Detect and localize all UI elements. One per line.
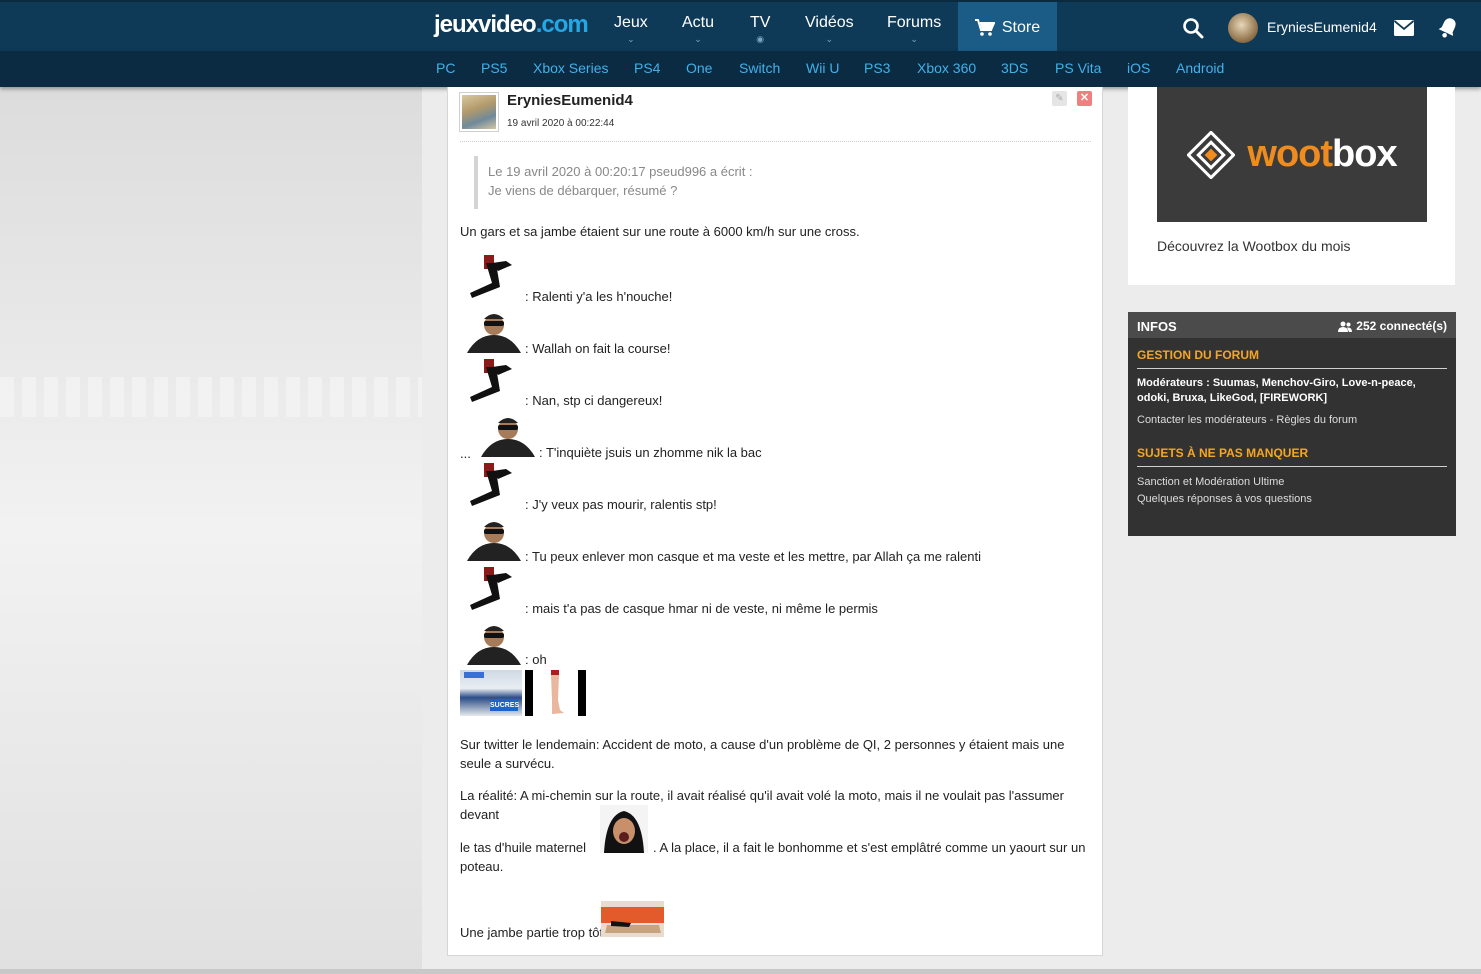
- sticker-man: [467, 522, 521, 561]
- platform-navbar: PC PS5 Xbox Series PS4 One Switch Wii U …: [0, 51, 1481, 87]
- platform-link[interactable]: One: [686, 60, 712, 76]
- platform-link[interactable]: 3DS: [1001, 60, 1028, 76]
- site-logo[interactable]: jeuxvideo.com: [434, 11, 589, 39]
- username-link[interactable]: EryniesEumenid4: [1267, 19, 1377, 35]
- sticker-man: [467, 626, 521, 665]
- store-button[interactable]: Store: [958, 2, 1057, 53]
- platform-link[interactable]: Switch: [739, 60, 780, 76]
- post-text: Un gars et sa jambe étaient sur une rout…: [460, 224, 860, 239]
- post-text: La réalité: A mi-chemin sur la route, il…: [460, 788, 1064, 822]
- chevron-down-icon: ⌄: [825, 34, 834, 44]
- platform-link[interactable]: PS3: [864, 60, 890, 76]
- forum-rules-link[interactable]: Règles du forum: [1276, 414, 1357, 426]
- ad-widget: wootbox Découvrez la Wootbox du mois: [1128, 87, 1455, 285]
- post-text: Une jambe partie trop tôt: [460, 925, 604, 940]
- chevron-down-icon: ⌄: [910, 34, 918, 44]
- nav-videos[interactable]: Vidéos ⌄: [805, 14, 854, 45]
- dialog-line: : Tu peux enlever mon casque et ma veste…: [525, 549, 981, 564]
- connected-count[interactable]: 252 connecté(s): [1338, 319, 1447, 333]
- ad-caption[interactable]: Découvrez la Wootbox du mois: [1157, 238, 1351, 254]
- dialog-line: : Nan, stp ci dangereux!: [525, 393, 663, 408]
- nav-tv[interactable]: TV ◉: [750, 14, 770, 45]
- dialog-line: : oh: [525, 652, 547, 667]
- quote-block: Le 19 avril 2020 à 00:20:17 pseud996 a é…: [474, 156, 753, 209]
- post-text: . A la place, il a fait le bonhomme et s…: [653, 840, 1086, 855]
- platform-link[interactable]: Xbox 360: [917, 60, 976, 76]
- wootbox-logo-icon: [1187, 130, 1236, 179]
- forum-post: EryniesEumenid4 19 avril 2020 à 00:22:44…: [447, 87, 1103, 956]
- platform-link[interactable]: Wii U: [806, 60, 839, 76]
- sticker-screaming-woman: [600, 805, 648, 853]
- page-background-left: [0, 87, 422, 974]
- nav-actu[interactable]: Actu ⌄: [682, 14, 714, 45]
- quote-text: Je viens de débarquer, résumé ?: [488, 183, 678, 198]
- platform-link[interactable]: PS Vita: [1055, 60, 1101, 76]
- chevron-down-icon: ⌄: [694, 34, 702, 44]
- platform-link[interactable]: PS4: [634, 60, 660, 76]
- sticker-severed-leg: [551, 670, 564, 714]
- topic-link[interactable]: Quelques réponses à vos questions: [1137, 492, 1449, 507]
- delete-icon[interactable]: ✕: [1077, 91, 1092, 106]
- user-avatar[interactable]: [1228, 13, 1258, 43]
- platform-link[interactable]: iOS: [1127, 60, 1150, 76]
- sticker-leg: [470, 255, 512, 298]
- sticker-leg: [470, 359, 512, 402]
- quote-header: Le 19 avril 2020 à 00:20:17 pseud996 a é…: [488, 164, 753, 179]
- post-date[interactable]: 19 avril 2020 à 00:22:44: [507, 118, 614, 129]
- post-text: poteau.: [460, 859, 504, 874]
- chevron-down-icon: ⌄: [627, 34, 635, 44]
- contact-moderators-link[interactable]: Contacter les modérateurs: [1137, 414, 1267, 426]
- sticker-black-bar: [578, 670, 586, 716]
- sticker-man: [481, 418, 535, 457]
- users-icon: [1338, 321, 1353, 333]
- wootbox-wordmark: wootbox: [1247, 133, 1397, 175]
- scrollbar-horizontal[interactable]: [0, 969, 1481, 974]
- dialog-line: : mais t'a pas de casque hmar ni de vest…: [525, 601, 878, 616]
- sticker-police-car: SUCRES: [460, 670, 522, 716]
- section-title: GESTION DU FORUM: [1137, 348, 1447, 369]
- moderators-list: Modérateurs : Suumas, Menchov-Giro, Love…: [1137, 377, 1416, 404]
- dialog-line: : T'inquiète jsuis un zhomme nik la bac: [539, 445, 762, 460]
- edit-icon[interactable]: ✎: [1052, 91, 1067, 106]
- sticker-leg: [470, 567, 512, 610]
- post-author-avatar[interactable]: [459, 92, 499, 132]
- dialog-line: : Wallah on fait la course!: [525, 341, 671, 356]
- sticker-black-bar: [525, 670, 533, 716]
- wootbox-banner[interactable]: wootbox: [1157, 87, 1427, 222]
- search-icon[interactable]: [1182, 17, 1204, 39]
- platform-link[interactable]: PC: [436, 60, 455, 76]
- bell-icon[interactable]: [1437, 16, 1459, 40]
- post-text: le tas d'huile maternel: [460, 840, 587, 855]
- background-decoration: [0, 377, 422, 417]
- platform-link[interactable]: PS5: [481, 60, 507, 76]
- mail-icon[interactable]: [1393, 19, 1415, 37]
- section-title: SUJETS À NE PAS MANQUER: [1137, 446, 1447, 467]
- post-author[interactable]: EryniesEumenid4: [507, 92, 633, 109]
- live-dot-icon: ◉: [756, 34, 765, 44]
- sticker-leg-coffin: [601, 901, 664, 937]
- platform-link[interactable]: Xbox Series: [533, 60, 608, 76]
- dialog-line: : Ralenti y'a les h'nouche!: [525, 289, 673, 304]
- top-navbar: jeuxvideo.com Jeux ⌄ Actu ⌄ TV ◉ Vidéos ⌄ Fo…: [0, 0, 1481, 53]
- platform-link[interactable]: Android: [1176, 60, 1224, 76]
- dialog-line: : J'y veux pas mourir, ralentis stp!: [525, 497, 717, 512]
- divider: [460, 141, 1091, 142]
- infos-header: INFOS 252 connecté(s): [1128, 312, 1456, 338]
- sticker-leg: [470, 463, 512, 506]
- nav-jeux[interactable]: Jeux ⌄: [614, 14, 648, 45]
- nav-forums[interactable]: Forums ⌄: [887, 14, 941, 45]
- sticker-man: [467, 314, 521, 353]
- post-text: Sur twitter le lendemain: Accident de mo…: [460, 737, 1065, 771]
- topic-link[interactable]: Sanction et Modération Ultime: [1137, 475, 1449, 490]
- forum-infos-panel: INFOS 252 connecté(s) GESTION DU FORUM M…: [1128, 312, 1456, 536]
- moderator-links: Contacter les modérateurs - Règles du fo…: [1137, 414, 1358, 426]
- infos-title: INFOS: [1137, 319, 1177, 334]
- cart-icon: [974, 18, 995, 36]
